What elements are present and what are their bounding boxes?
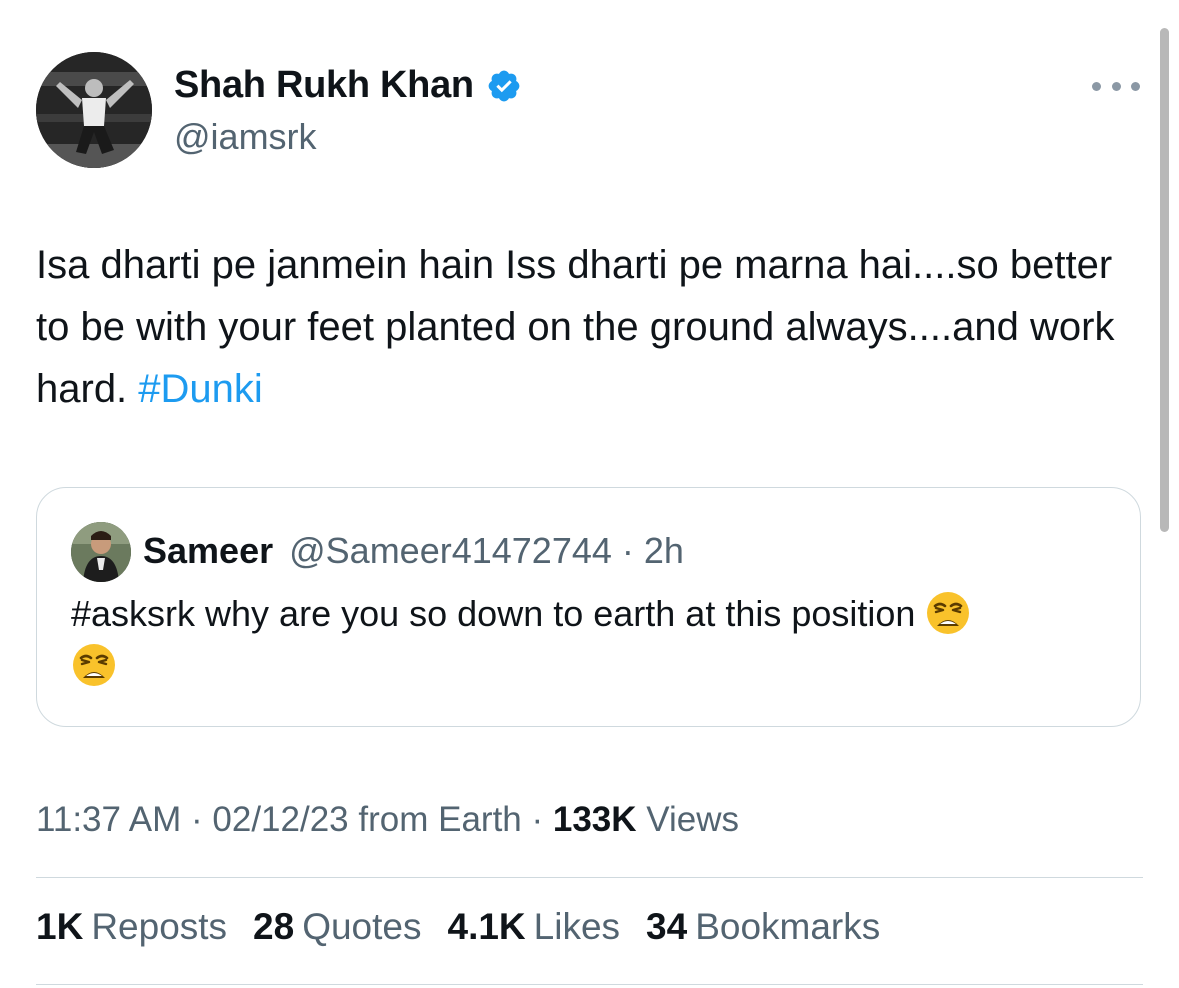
dot	[1111, 81, 1121, 91]
quote-author-meta[interactable]: @Sameer41472744 · 2h	[289, 530, 684, 572]
bookmarks-stat[interactable]: 34 Bookmarks	[646, 906, 880, 948]
verified-badge-icon[interactable]	[486, 68, 522, 104]
tweet-date[interactable]: 02/12/23	[212, 800, 348, 839]
quote-author-name[interactable]: Sameer	[143, 530, 273, 572]
tweet-source: from Earth	[358, 800, 522, 839]
stat-count: 1K	[36, 906, 84, 947]
reposts-stat[interactable]: 1K Reposts	[36, 906, 227, 948]
stat-label: Bookmarks	[695, 906, 881, 947]
views-label: Views	[646, 800, 740, 839]
profile-photo-avatar	[36, 52, 152, 168]
hashtag-link[interactable]: #Dunki	[138, 367, 263, 411]
author-display-name-row[interactable]: Shah Rukh Khan	[174, 64, 522, 107]
stat-label: Reposts	[91, 906, 228, 947]
quote-body: #asksrk why are you so down to earth at …	[71, 593, 916, 634]
author-handle[interactable]: @iamsrk	[174, 116, 317, 158]
scrollbar[interactable]	[1160, 28, 1169, 532]
quote-profile-photo	[71, 522, 131, 582]
quote-header: Sameer @Sameer41472744 · 2h	[143, 530, 684, 572]
tweet-meta: 11:37 AM · 02/12/23 from Earth · 133K Vi…	[36, 800, 740, 839]
engagement-stats: 1K Reposts 28 Quotes 4.1K Likes 34 Bookmarks	[36, 906, 880, 948]
dot	[1092, 81, 1101, 91]
tweet-time[interactable]: 11:37 AM	[36, 800, 181, 839]
tweet-detail-view: Shah Rukh Khan @iamsrk Isa dharti pe jan…	[0, 0, 1179, 988]
quotes-stat[interactable]: 28 Quotes	[253, 906, 421, 948]
quote-text: #asksrk why are you so down to earth at …	[71, 588, 1111, 692]
divider	[36, 877, 1143, 878]
stat-label: Likes	[533, 906, 621, 947]
more-options-icon[interactable]	[1092, 74, 1140, 98]
quoted-tweet-card[interactable]: Sameer @Sameer41472744 · 2h #asksrk why …	[36, 487, 1141, 727]
divider	[36, 984, 1143, 985]
author-avatar[interactable]	[36, 52, 152, 168]
views-count: 133K	[552, 800, 637, 839]
weary-face-emoji-icon	[71, 642, 117, 688]
tweet-text: Isa dharti pe janmein hain Iss dharti pe…	[36, 234, 1126, 420]
author-display-name[interactable]: Shah Rukh Khan	[174, 64, 474, 107]
stat-label: Quotes	[302, 906, 422, 947]
dot	[1131, 81, 1140, 91]
stat-count: 28	[253, 906, 295, 947]
stat-count: 34	[646, 906, 688, 947]
weary-face-emoji-icon	[925, 590, 971, 636]
stat-count: 4.1K	[447, 906, 526, 947]
likes-stat[interactable]: 4.1K Likes	[448, 906, 621, 948]
quote-author-avatar[interactable]	[71, 522, 131, 582]
